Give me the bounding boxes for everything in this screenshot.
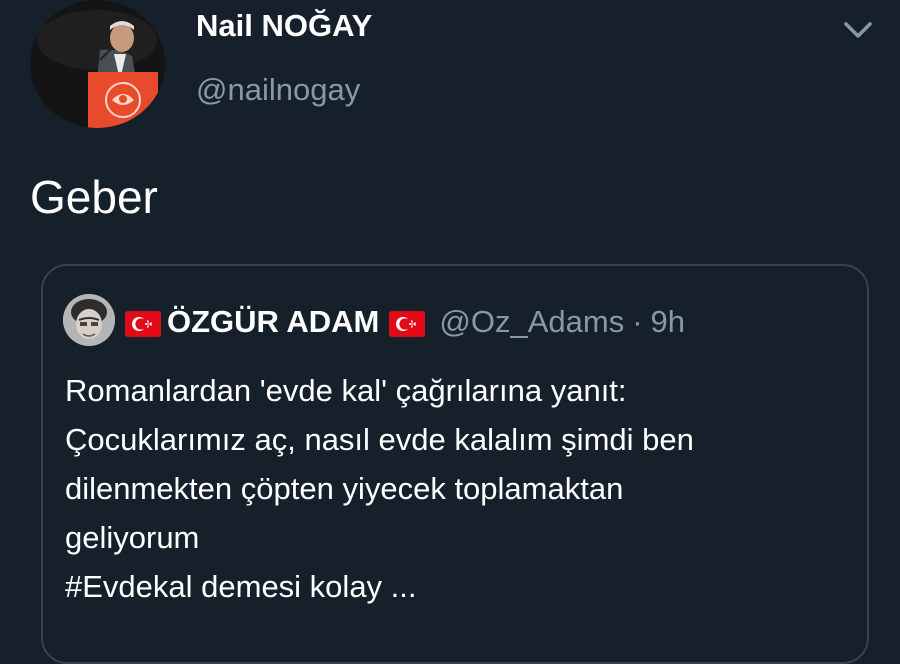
turkish-flag-icon	[389, 309, 426, 337]
author-handle[interactable]: @nailnogay	[196, 72, 360, 108]
chevron-down-icon[interactable]	[838, 12, 878, 46]
quoted-tweet-text: Romanlardan 'evde kal' çağrılarına yanıt…	[65, 366, 865, 611]
author-photo-image	[30, 0, 165, 128]
turkish-flag-icon	[125, 309, 161, 337]
quoted-author-name[interactable]: ÖZGÜR ADAM	[167, 304, 379, 340]
separator-dot: ·	[632, 304, 643, 339]
quoted-author-avatar[interactable]	[63, 294, 115, 346]
quoted-text-line: geliyorum	[65, 520, 200, 555]
quoted-text-line: Romanlardan 'evde kal' çağrılarına yanıt…	[65, 373, 627, 408]
quoted-author-photo-image	[63, 294, 115, 346]
author-avatar[interactable]	[30, 0, 165, 128]
tweet: Nail NOĞAY @nailnogay Geber ÖZGÜR ADAM @…	[0, 0, 900, 664]
quoted-tweet-time[interactable]: 9h	[651, 304, 685, 340]
quoted-tweet-header: ÖZGÜR ADAM @Oz_Adams · 9h	[125, 302, 685, 342]
tweet-text: Geber	[30, 171, 158, 223]
author-name[interactable]: Nail NOĞAY	[196, 8, 372, 44]
quoted-author-handle[interactable]: @Oz_Adams	[439, 304, 624, 340]
quoted-text-line: dilenmekten çöpten yiyecek toplamaktan	[65, 471, 624, 506]
quoted-text-line: Çocuklarımız aç, nasıl evde kalalım şimd…	[65, 422, 694, 457]
quoted-tweet-card[interactable]: ÖZGÜR ADAM @Oz_Adams · 9h Romanlardan 'e…	[41, 264, 869, 664]
quoted-text-line: #Evdekal demesi kolay ...	[65, 569, 417, 604]
